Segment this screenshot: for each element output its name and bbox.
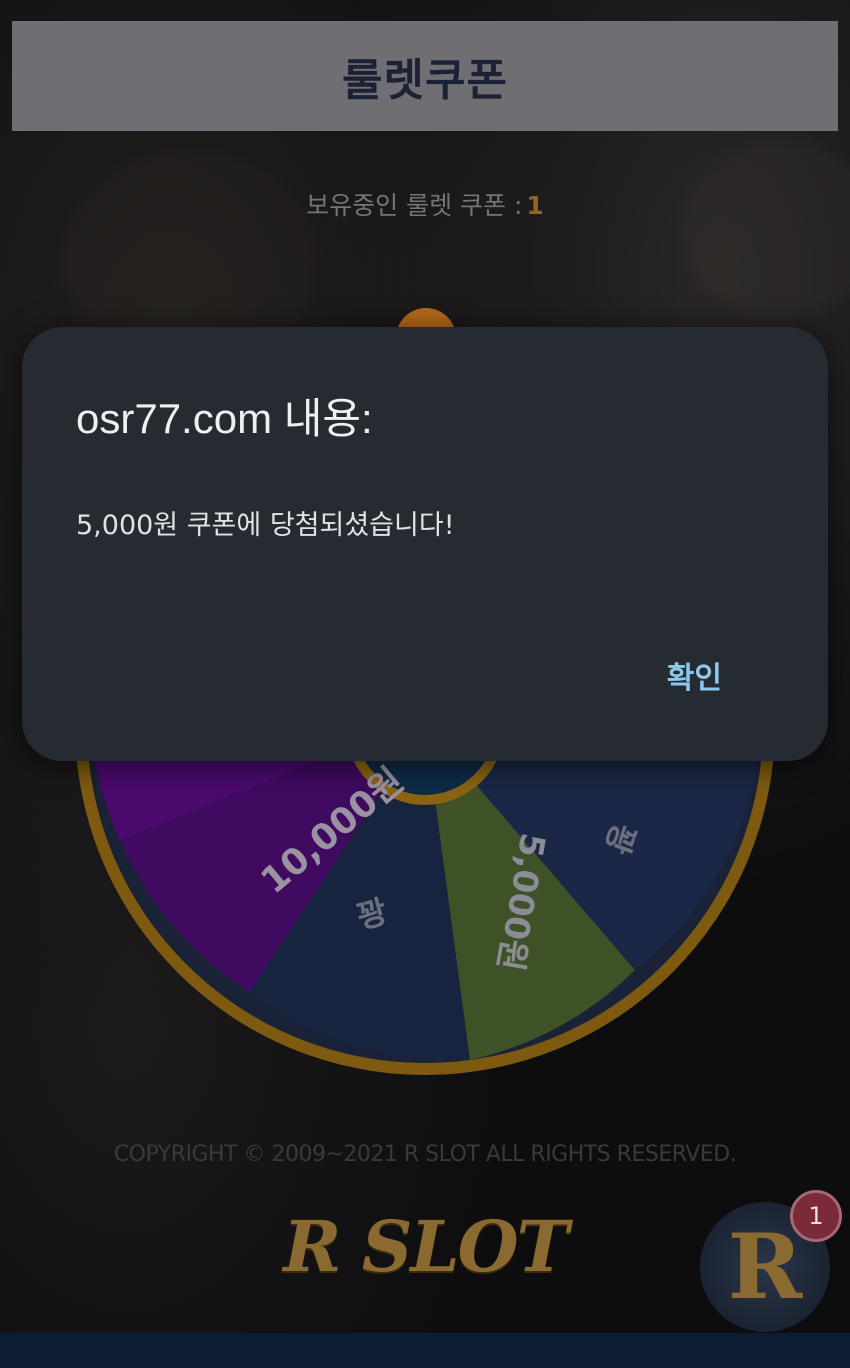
bottom-bar [0, 1333, 850, 1368]
alert-dialog: osr77.com 내용: 5,000원 쿠폰에 당첨되셨습니다! 확인 [22, 327, 828, 761]
ok-button[interactable]: 확인 [657, 649, 732, 701]
floating-r-letter: R [727, 1214, 803, 1320]
dialog-title: osr77.com 내용: [76, 395, 373, 442]
coupon-count: 보유중인 룰렛 쿠폰 :1 [0, 186, 850, 222]
coupon-count-label: 보유중인 룰렛 쿠폰 : [306, 191, 523, 220]
header-bar: 룰렛쿠폰 [12, 21, 838, 131]
roulette-coupon-page: 룰렛쿠폰 보유중인 룰렛 쿠폰 :1 10,000원 꽝 5,000원 꽝 os… [0, 0, 850, 1368]
notification-badge: 1 [790, 1190, 842, 1242]
dialog-message: 5,000원 쿠폰에 당첨되셨습니다! [76, 510, 455, 541]
coupon-count-value: 1 [526, 191, 544, 220]
copyright-text: COPYRIGHT © 2009~2021 R SLOT ALL RIGHTS … [113, 1142, 737, 1167]
page-title: 룰렛쿠폰 [342, 55, 508, 106]
cards-decoration [680, 140, 850, 320]
